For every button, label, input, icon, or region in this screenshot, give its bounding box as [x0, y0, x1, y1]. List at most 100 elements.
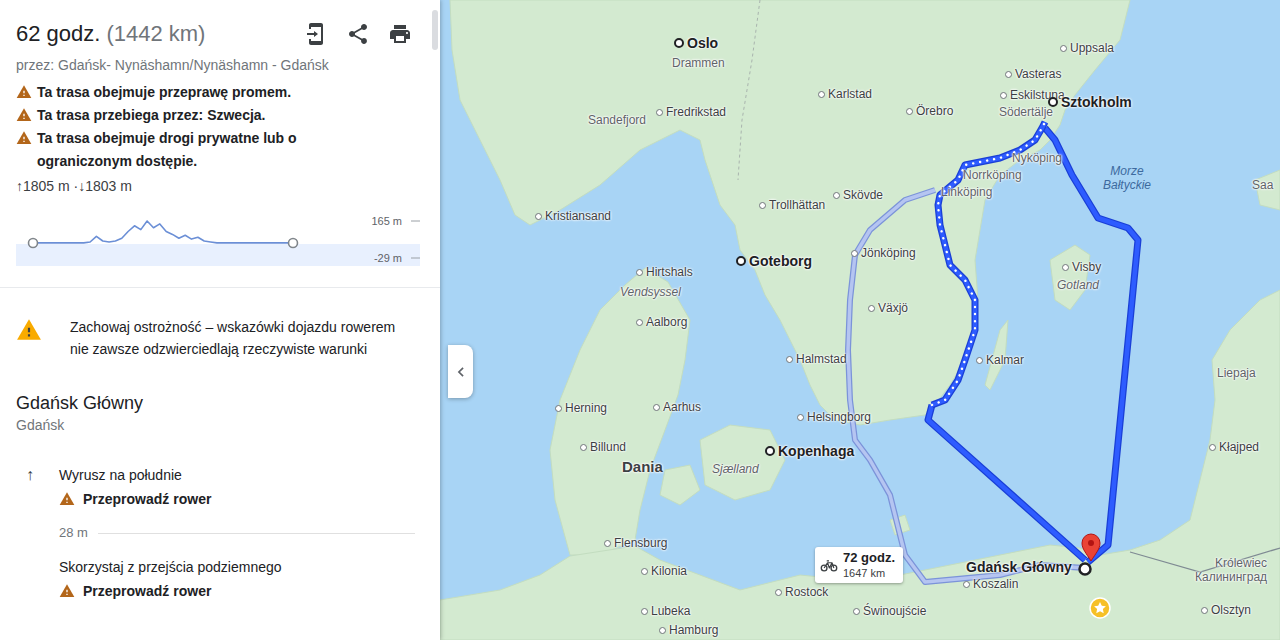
place-label[interactable]: Herning — [555, 401, 607, 415]
place-dot-icon — [963, 581, 970, 588]
place-label[interactable]: Saa — [1252, 178, 1273, 192]
place-label[interactable]: Sztokholm — [1048, 95, 1132, 109]
place-label[interactable]: Flensburg — [604, 536, 667, 550]
place-label[interactable]: Karlstad — [818, 87, 872, 101]
map[interactable]: OsloDrammenUppsalaVasterasKarlstadEskils… — [440, 0, 1280, 640]
place-label[interactable]: Goteborg — [736, 254, 812, 268]
elevation-chart[interactable]: 165 m-29 m — [16, 208, 420, 266]
place-dot-icon — [976, 357, 983, 364]
place-dot-icon — [535, 213, 542, 220]
alternative-route-bubble[interactable]: 72 godz.1647 km — [815, 547, 903, 583]
step-warning: Przeprowadź rower — [59, 581, 440, 601]
place-label[interactable]: Nyköping — [1012, 151, 1062, 165]
place-label[interactable]: Kilonia — [641, 564, 687, 578]
place-dot-icon — [604, 540, 611, 547]
place-label[interactable]: Gotland — [1057, 278, 1099, 292]
place-label[interactable]: Drammen — [672, 56, 725, 70]
place-label[interactable]: Södertälje — [999, 105, 1053, 119]
place-label[interactable]: Kristiansand — [535, 209, 611, 223]
step-instruction: Wyrusz na południe — [59, 465, 440, 485]
place-label[interactable]: Vasteras — [1005, 67, 1061, 81]
place-label[interactable]: Växjö — [868, 301, 908, 315]
route-warning: Ta trasa przebiega przez: Szwecja. — [16, 104, 366, 127]
step-distance: 28 m — [16, 523, 440, 543]
place-label[interactable]: Norrköping — [963, 168, 1022, 182]
place-dot-icon — [868, 305, 875, 312]
place-label[interactable]: Visby — [1062, 260, 1101, 274]
place-label[interactable]: Örebro — [906, 104, 953, 118]
place-label[interactable]: Liepaja — [1217, 366, 1256, 380]
divider — [0, 287, 440, 288]
chevron-left-icon — [451, 362, 471, 382]
place-label[interactable]: Fredrikstad — [656, 105, 726, 119]
elevation-max-label: 165 m — [371, 214, 402, 228]
place-label[interactable]: Sjælland — [712, 462, 759, 476]
place-dot-icon — [851, 250, 858, 257]
direction-step[interactable]: Skorzystaj z przejścia podziemnego Przepr… — [16, 557, 440, 601]
place-dot-icon — [1005, 71, 1012, 78]
place-dot-icon — [1209, 444, 1216, 451]
place-dot-icon — [736, 256, 746, 266]
place-dot-icon — [775, 589, 782, 596]
place-dot-icon — [653, 404, 660, 411]
place-label[interactable]: Gdańsk Główny — [966, 560, 1072, 574]
destination-pin-icon[interactable] — [1082, 534, 1100, 561]
place-label[interactable]: Oslo — [674, 36, 718, 50]
collapse-panel-button[interactable] — [448, 345, 473, 398]
route-via: przez: Gdańsk- Nynäshamn/Nynäshamn - Gda… — [16, 55, 424, 75]
place-dot-icon — [786, 356, 793, 363]
place-label[interactable]: Aarhus — [653, 400, 701, 414]
place-dot-icon — [674, 38, 684, 48]
place-label[interactable]: Калининград — [1195, 570, 1267, 584]
place-dot-icon — [759, 202, 766, 209]
place-dot-icon — [1062, 264, 1069, 271]
place-label[interactable]: Kłajped — [1209, 440, 1259, 454]
place-label[interactable]: Halmstad — [786, 352, 847, 366]
print-icon[interactable] — [388, 22, 412, 46]
start-point[interactable]: Gdańsk GłównyGdańsk — [16, 391, 424, 435]
place-label[interactable]: Aalborg — [636, 315, 687, 329]
place-label[interactable]: Sandefjord — [588, 113, 646, 127]
place-label[interactable]: Kopenhaga — [765, 444, 854, 458]
place-dot-icon — [656, 109, 663, 116]
warning-icon — [59, 491, 75, 507]
step-instruction: Skorzystaj z przejścia podziemnego — [59, 557, 440, 577]
elevation-graph — [16, 208, 420, 266]
place-label[interactable]: Królewiec — [1215, 556, 1267, 570]
place-label[interactable]: Lubeka — [641, 604, 690, 618]
origin-marker-icon[interactable] — [1080, 564, 1091, 575]
warning-icon — [16, 130, 32, 146]
place-label[interactable]: Uppsala — [1060, 41, 1114, 55]
route-warnings: Ta trasa obejmuje przeprawę promem.Ta tr… — [0, 81, 382, 173]
alternative-route[interactable] — [848, 190, 1085, 582]
place-label[interactable]: Vendsyssel — [620, 285, 681, 299]
place-label[interactable]: Hamburg — [659, 623, 718, 637]
place-dot-icon — [833, 192, 840, 199]
place-label[interactable]: Hirtshals — [636, 265, 693, 279]
route-actions — [304, 22, 412, 46]
place-label[interactable]: Trollhättan — [759, 198, 825, 212]
route-warning: Ta trasa obejmuje drogi prywatne lub o o… — [16, 127, 366, 173]
saved-place-star-icon[interactable] — [1090, 598, 1110, 618]
warning-icon — [16, 107, 32, 123]
share-icon[interactable] — [346, 22, 370, 46]
place-label[interactable]: Jönköping — [851, 246, 916, 260]
place-label[interactable]: Koszalin — [963, 577, 1018, 591]
place-label[interactable]: Linköping — [941, 185, 992, 199]
scrollbar-thumb[interactable] — [432, 10, 438, 50]
place-label[interactable]: Helsingborg — [797, 410, 871, 424]
place-label[interactable]: Olsztyn — [1201, 603, 1251, 617]
place-label[interactable]: Dania — [622, 460, 663, 474]
place-label[interactable]: Rostock — [775, 585, 828, 599]
send-to-phone-icon[interactable] — [304, 22, 328, 46]
place-label[interactable]: Skövde — [833, 188, 883, 202]
place-dot-icon — [1000, 92, 1007, 99]
place-label[interactable]: Morze Bałtyckie — [1092, 164, 1162, 192]
direction-step[interactable]: ↑Wyrusz na południePrzeprowadź rower28 m — [16, 465, 440, 543]
place-label[interactable]: Świnoujście — [853, 604, 926, 618]
place-dot-icon — [1060, 45, 1067, 52]
place-label[interactable]: Billund — [580, 440, 626, 454]
place-dot-icon — [853, 608, 860, 615]
place-label[interactable]: Kalmar — [976, 353, 1024, 367]
start-city: Gdańsk — [16, 415, 424, 435]
